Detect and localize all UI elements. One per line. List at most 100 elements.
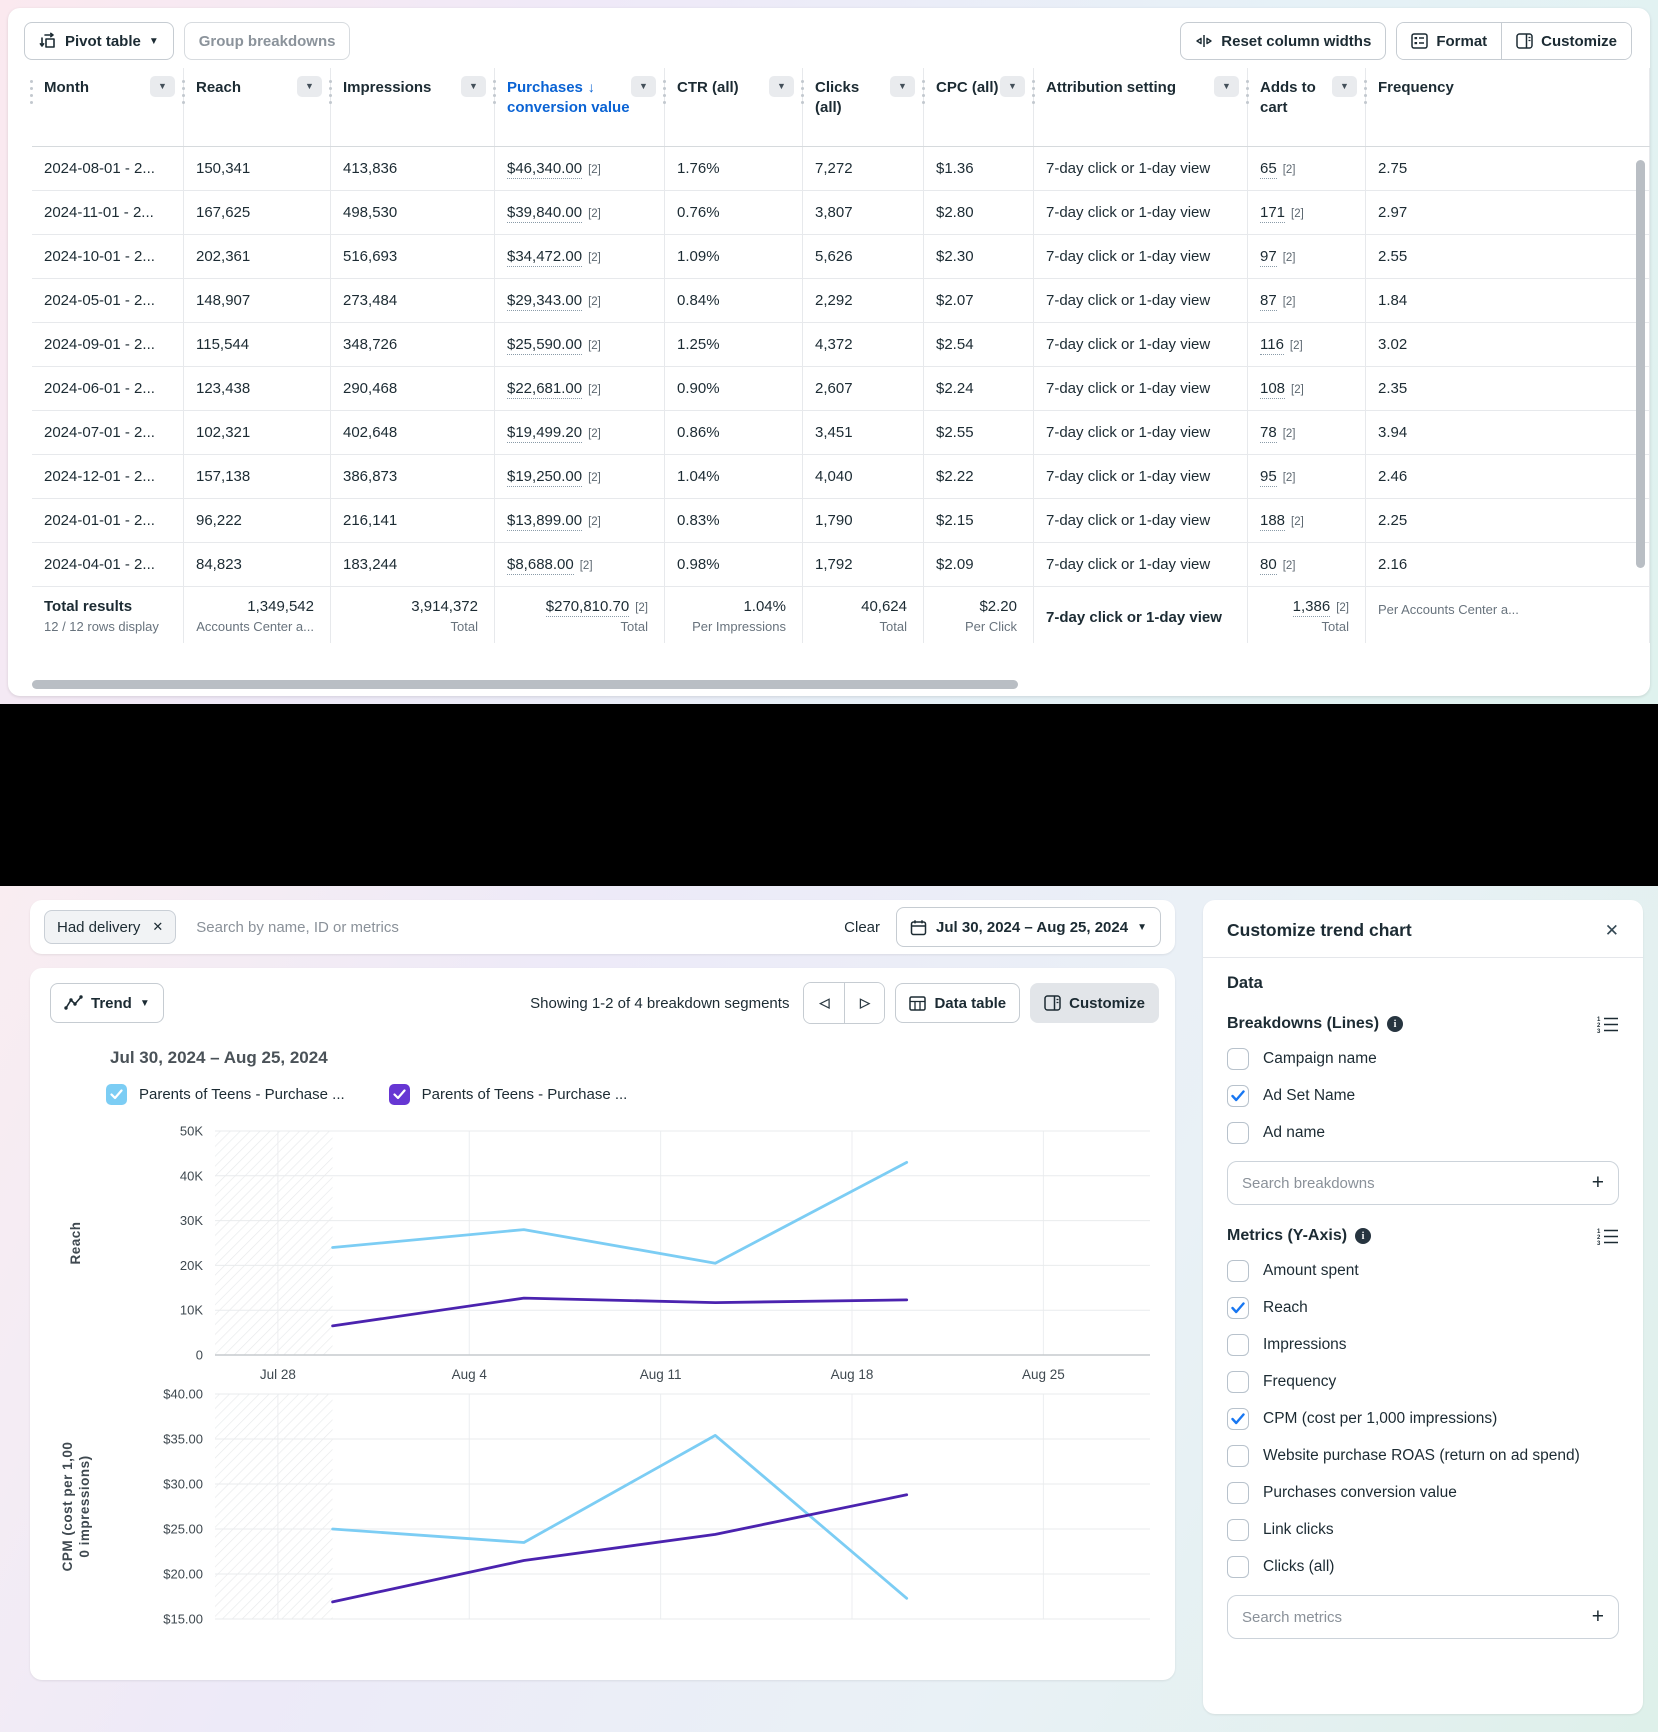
metric-option-purchases-conversion-value[interactable]: Purchases conversion value [1227, 1482, 1619, 1504]
drag-handle-icon[interactable] [1364, 80, 1367, 83]
info-icon[interactable]: i [1387, 1016, 1403, 1032]
metric-value[interactable]: $19,250.00 [507, 468, 582, 487]
breakdown-option-ad-set-name[interactable]: Ad Set Name [1227, 1085, 1619, 1107]
metric-value[interactable]: $29,343.00 [507, 292, 582, 311]
previous-segment-button[interactable]: ◁ [804, 983, 844, 1023]
table-row[interactable]: 2024-09-01 - 2...115,544348,726$25,590.0… [32, 323, 1650, 367]
drag-handle-icon[interactable] [182, 80, 185, 83]
checkbox-unchecked[interactable] [1227, 1371, 1249, 1393]
drag-handle-icon[interactable] [1032, 80, 1035, 83]
metric-value[interactable]: 97 [1260, 248, 1277, 267]
metric-value[interactable]: 65 [1260, 160, 1277, 179]
column-menu-button[interactable]: ▼ [1332, 76, 1357, 97]
add-metric-icon[interactable]: + [1592, 1605, 1604, 1629]
drag-handle-icon[interactable] [493, 80, 496, 83]
group-breakdowns-button[interactable]: Group breakdowns [184, 22, 351, 60]
metric-value[interactable]: 188 [1260, 512, 1285, 531]
next-segment-button[interactable]: ▷ [844, 983, 884, 1023]
customize-trend-button[interactable]: Customize [1030, 983, 1159, 1023]
table-row[interactable]: 2024-08-01 - 2...150,341413,836$46,340.0… [32, 147, 1650, 191]
table-row[interactable]: 2024-10-01 - 2...202,361516,693$34,472.0… [32, 235, 1650, 279]
format-button[interactable]: Format [1397, 23, 1501, 59]
series-checkbox[interactable] [389, 1084, 410, 1105]
metric-option-impressions[interactable]: Impressions [1227, 1334, 1619, 1356]
table-row[interactable]: 2024-05-01 - 2...148,907273,484$29,343.0… [32, 279, 1650, 323]
metric-value[interactable]: 87 [1260, 292, 1277, 311]
column-header-month[interactable]: Month▼ [32, 68, 184, 146]
ordered-list-icon[interactable]: 123 [1597, 1015, 1619, 1033]
date-range-picker[interactable]: Jul 30, 2024 – Aug 25, 2024 ▼ [896, 907, 1161, 947]
metric-option-website-purchase-roas-return-on-ad-spend-[interactable]: Website purchase ROAS (return on ad spen… [1227, 1445, 1619, 1467]
metric-value[interactable]: $39,840.00 [507, 204, 582, 223]
metric-value[interactable]: 95 [1260, 468, 1277, 487]
metric-value[interactable]: $8,688.00 [507, 556, 574, 575]
checkbox-unchecked[interactable] [1227, 1519, 1249, 1541]
column-header-purchases-conversion-value[interactable]: Purchases↓ conversion value▼ [495, 68, 665, 146]
drag-handle-icon[interactable] [1246, 80, 1249, 83]
checkbox-unchecked[interactable] [1227, 1482, 1249, 1504]
close-icon[interactable]: ✕ [1605, 921, 1619, 941]
column-header-reach[interactable]: Reach▼ [184, 68, 331, 146]
table-row[interactable]: 2024-12-01 - 2...157,138386,873$19,250.0… [32, 455, 1650, 499]
metric-value[interactable]: $19,499.20 [507, 424, 582, 443]
pivot-table-button[interactable]: Pivot table ▼ [24, 22, 174, 60]
checkbox-checked[interactable] [1227, 1297, 1249, 1319]
info-icon[interactable]: i [1355, 1228, 1371, 1244]
checkbox-unchecked[interactable] [1227, 1445, 1249, 1467]
column-menu-button[interactable]: ▼ [1000, 76, 1025, 97]
metric-value[interactable]: $25,590.00 [507, 336, 582, 355]
trend-view-button[interactable]: Trend ▼ [50, 983, 164, 1023]
horizontal-scrollbar[interactable] [32, 680, 1018, 689]
column-header-adds-to-cart[interactable]: Adds to cart▼ [1248, 68, 1366, 146]
table-row[interactable]: 2024-06-01 - 2...123,438290,468$22,681.0… [32, 367, 1650, 411]
vertical-scrollbar[interactable] [1636, 160, 1645, 568]
breakdown-option-campaign-name[interactable]: Campaign name [1227, 1048, 1619, 1070]
metric-option-clicks-all-[interactable]: Clicks (all) [1227, 1556, 1619, 1578]
metric-option-reach[interactable]: Reach [1227, 1297, 1619, 1319]
remove-filter-icon[interactable]: ✕ [152, 919, 163, 935]
metric-value[interactable]: $34,472.00 [507, 248, 582, 267]
search-metrics-input[interactable] [1242, 1609, 1592, 1626]
checkbox-checked[interactable] [1227, 1408, 1249, 1430]
metric-option-cpm-cost-per-1-000-impressions-[interactable]: CPM (cost per 1,000 impressions) [1227, 1408, 1619, 1430]
column-menu-button[interactable]: ▼ [769, 76, 794, 97]
checkbox-unchecked[interactable] [1227, 1048, 1249, 1070]
table-row[interactable]: 2024-04-01 - 2...84,823183,244$8,688.00[… [32, 543, 1650, 587]
metric-value[interactable]: $22,681.00 [507, 380, 582, 399]
column-menu-button[interactable]: ▼ [631, 76, 656, 97]
column-header-clicks-all-[interactable]: Clicks (all)▼ [803, 68, 924, 146]
series-checkbox[interactable] [106, 1084, 127, 1105]
metric-value[interactable]: $46,340.00 [507, 160, 582, 179]
column-menu-button[interactable]: ▼ [890, 76, 915, 97]
metric-value[interactable]: 78 [1260, 424, 1277, 443]
drag-handle-icon[interactable] [30, 80, 33, 83]
checkbox-unchecked[interactable] [1227, 1122, 1249, 1144]
customize-columns-button[interactable]: Customize [1501, 23, 1631, 59]
clear-filters-button[interactable]: Clear [844, 919, 880, 936]
drag-handle-icon[interactable] [922, 80, 925, 83]
had-delivery-filter-chip[interactable]: Had delivery ✕ [44, 910, 176, 944]
add-breakdown-icon[interactable]: + [1592, 1171, 1604, 1195]
table-row[interactable]: 2024-11-01 - 2...167,625498,530$39,840.0… [32, 191, 1650, 235]
column-header-frequency[interactable]: Frequency [1366, 68, 1650, 146]
metric-value[interactable]: 108 [1260, 380, 1285, 399]
checkbox-checked[interactable] [1227, 1085, 1249, 1107]
metric-option-link-clicks[interactable]: Link clicks [1227, 1519, 1619, 1541]
column-menu-button[interactable]: ▼ [1214, 76, 1239, 97]
column-menu-button[interactable]: ▼ [150, 76, 175, 97]
metric-value[interactable]: 116 [1260, 336, 1284, 355]
metric-value[interactable]: 80 [1260, 556, 1277, 575]
column-menu-button[interactable]: ▼ [461, 76, 486, 97]
checkbox-unchecked[interactable] [1227, 1260, 1249, 1282]
reset-column-widths-button[interactable]: Reset column widths [1180, 22, 1386, 60]
total-value[interactable]: $270,810.70 [546, 598, 629, 617]
metric-value[interactable]: $13,899.00 [507, 512, 582, 531]
drag-handle-icon[interactable] [329, 80, 332, 83]
data-table-button[interactable]: Data table [895, 983, 1020, 1023]
drag-handle-icon[interactable] [663, 80, 666, 83]
table-row[interactable]: 2024-07-01 - 2...102,321402,648$19,499.2… [32, 411, 1650, 455]
column-header-impressions[interactable]: Impressions▼ [331, 68, 495, 146]
table-row[interactable]: 2024-01-01 - 2...96,222216,141$13,899.00… [32, 499, 1650, 543]
search-input[interactable] [196, 919, 844, 936]
metric-value[interactable]: 171 [1260, 204, 1285, 223]
